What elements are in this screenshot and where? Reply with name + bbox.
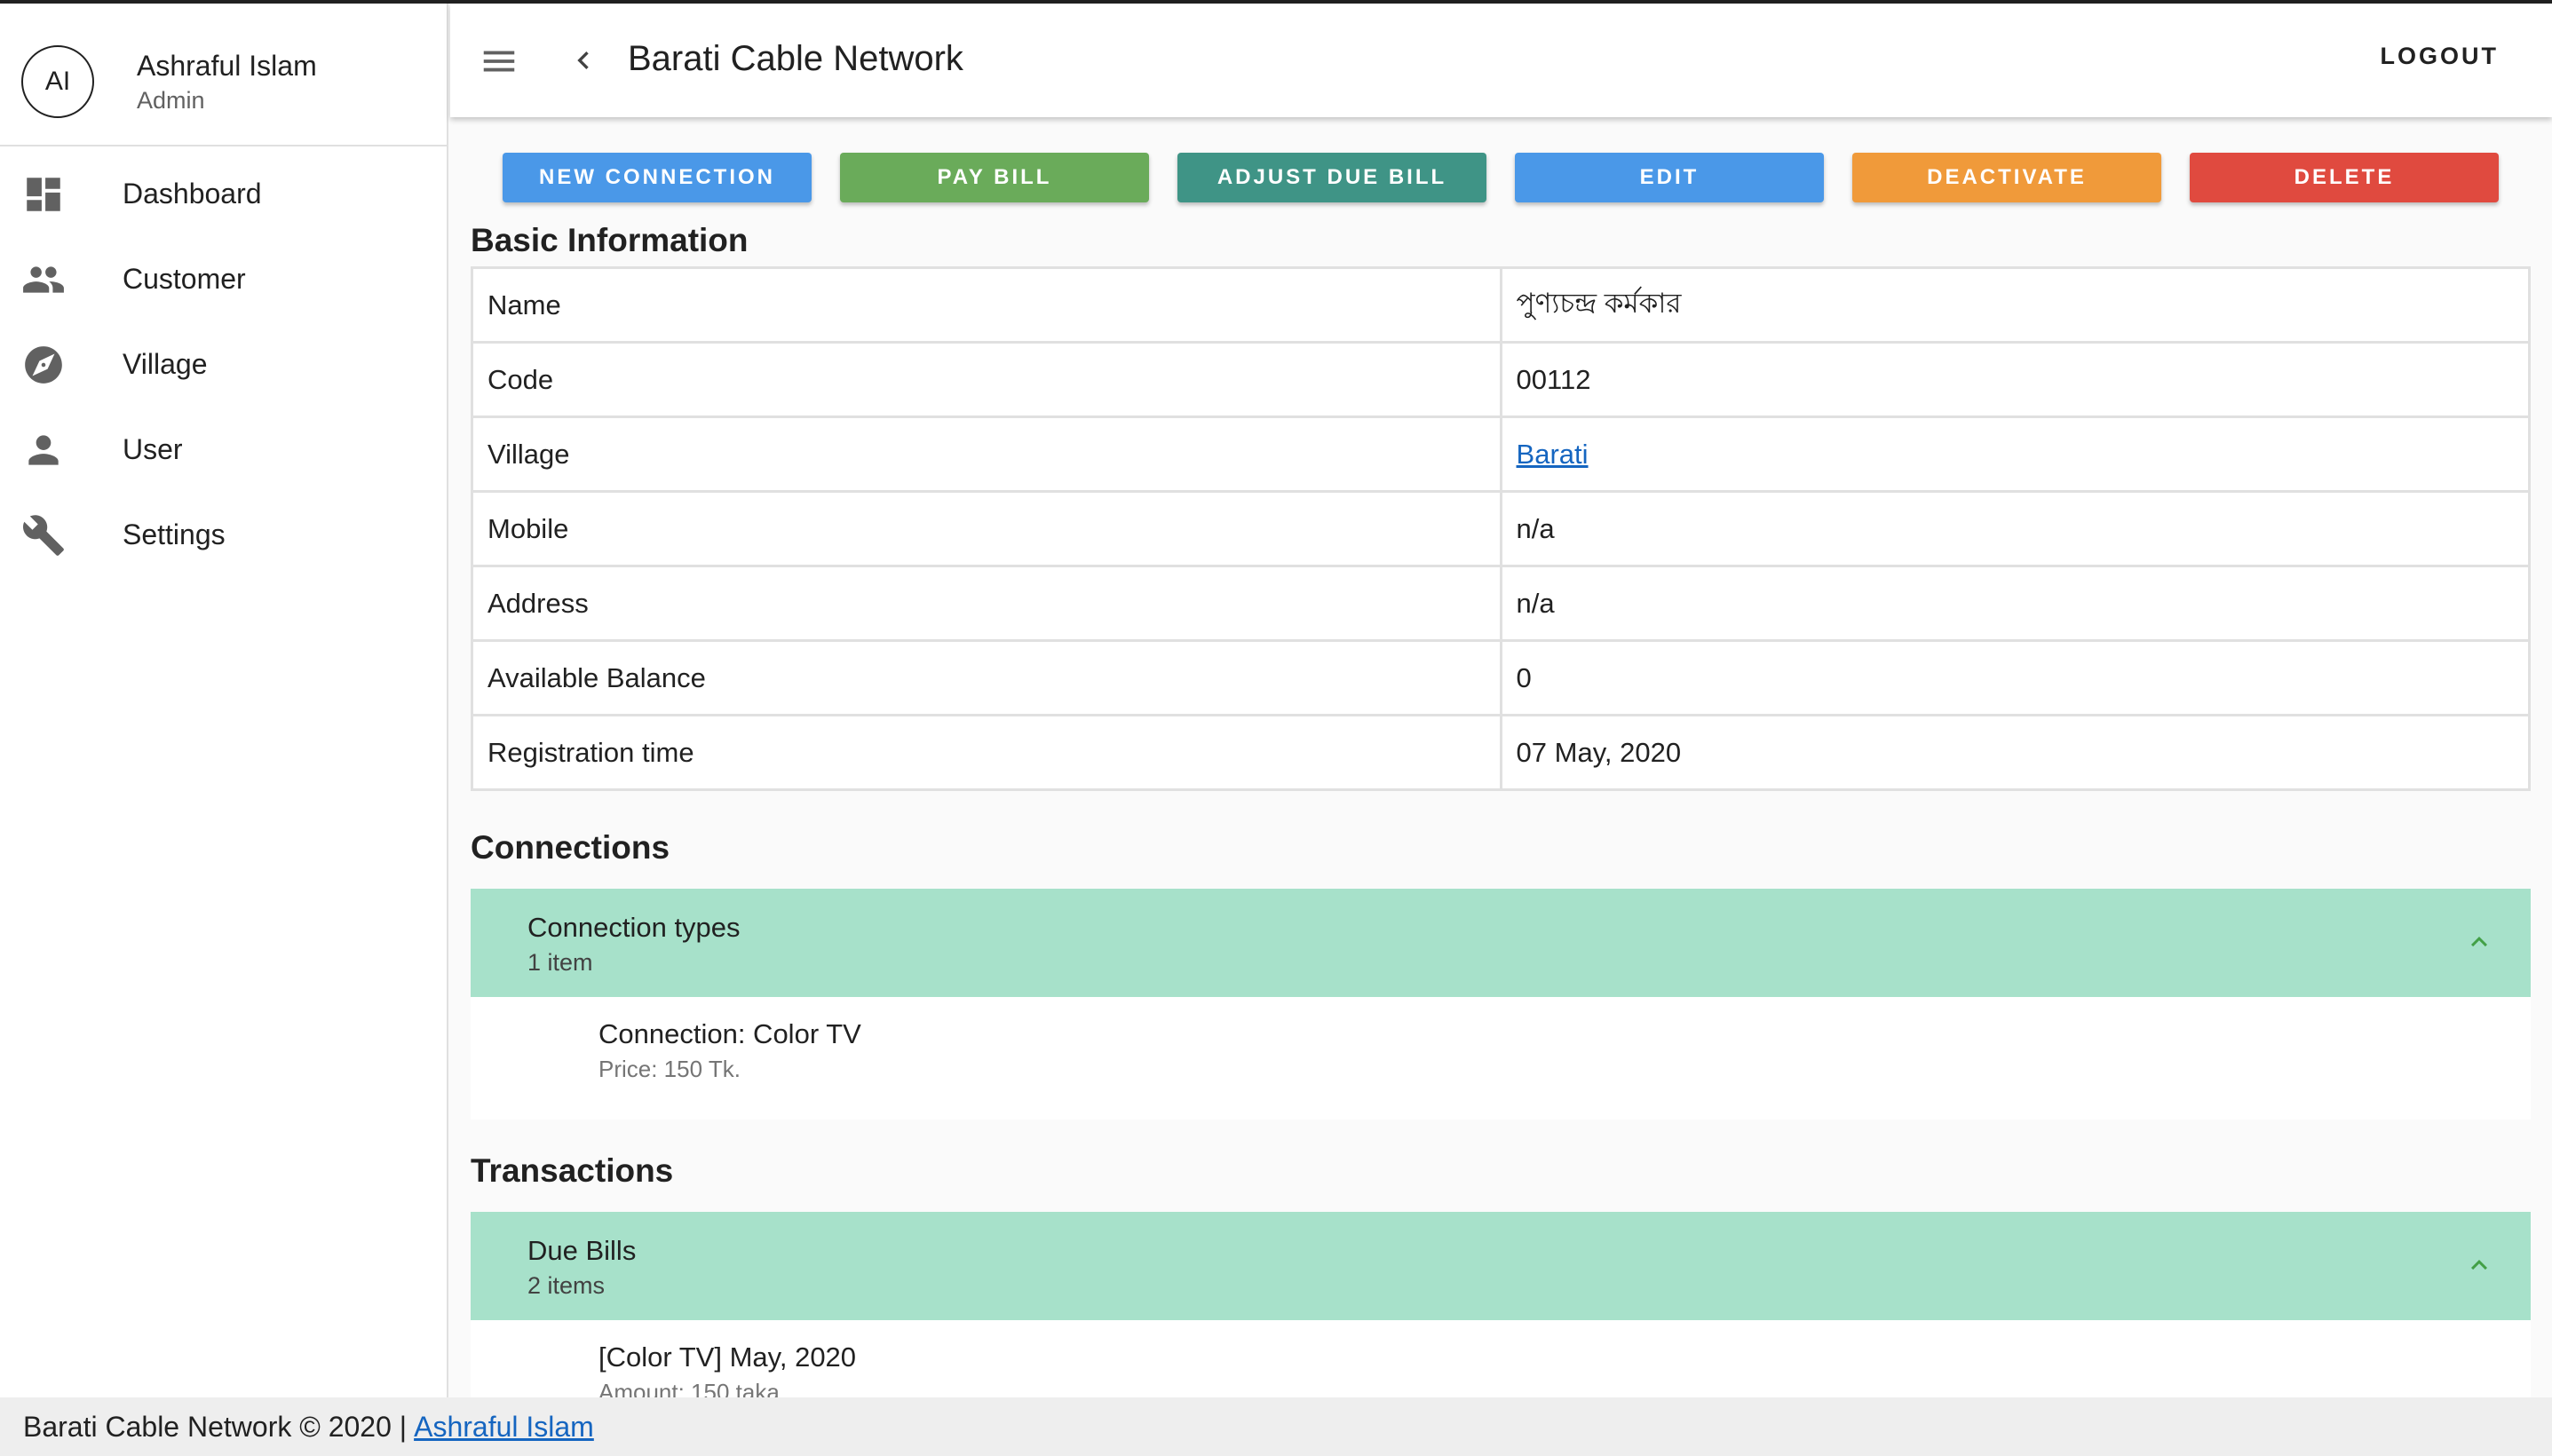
row-value: n/a bbox=[1499, 490, 2532, 567]
connection-types-panel-body: Connection: Color TV Price: 150 Tk. bbox=[471, 997, 2531, 1120]
row-label: Registration time bbox=[471, 714, 1502, 791]
row-value: পুণ্যচন্দ্র কর্মকার bbox=[1499, 266, 2532, 344]
avatar[interactable]: AI bbox=[21, 45, 94, 118]
row-label: Address bbox=[471, 565, 1502, 642]
sidebar-item-label: User bbox=[123, 433, 183, 465]
sidebar-item-label: Customer bbox=[123, 263, 246, 295]
wrench-icon bbox=[22, 515, 64, 556]
user-name: Ashraful Islam bbox=[137, 50, 317, 82]
table-row: Mobile n/a bbox=[471, 490, 2532, 567]
row-value: 07 May, 2020 bbox=[1499, 714, 2532, 791]
table-row: Code 00112 bbox=[471, 341, 2532, 418]
chevron-up-icon[interactable] bbox=[2463, 1249, 2495, 1281]
table-row: Village Barati bbox=[471, 415, 2532, 493]
row-label: Name bbox=[471, 266, 1502, 344]
page-title: Barati Cable Network bbox=[628, 39, 963, 78]
user-role: Admin bbox=[137, 87, 205, 114]
app-bar: Barati Cable Network LOGOUT bbox=[450, 4, 2552, 117]
sidebar-item-dashboard[interactable]: Dashboard bbox=[0, 151, 448, 236]
footer: Barati Cable Network © 2020 | Ashraful I… bbox=[0, 1397, 2552, 1456]
basic-info-table: Name পুণ্যচন্দ্র কর্মকার Code 00112 Vill… bbox=[471, 266, 2532, 791]
list-item-subtitle: Price: 150 Tk. bbox=[598, 1056, 741, 1082]
table-row: Address n/a bbox=[471, 565, 2532, 642]
adjust-due-bill-button[interactable]: ADJUST DUE BILL bbox=[1177, 153, 1486, 202]
compass-icon bbox=[25, 346, 62, 384]
village-link[interactable]: Barati bbox=[1517, 439, 1589, 470]
panel-count: 2 items bbox=[527, 1272, 606, 1299]
sidebar-item-settings[interactable]: Settings bbox=[0, 492, 448, 577]
due-bills-panel-header[interactable]: Due Bills 2 items bbox=[471, 1212, 2531, 1320]
connection-types-panel-header[interactable]: Connection types 1 item bbox=[471, 889, 2531, 997]
edit-button[interactable]: EDIT bbox=[1515, 153, 1824, 202]
new-connection-button[interactable]: NEW CONNECTION bbox=[503, 153, 812, 202]
user-profile: AI Ashraful Islam Admin bbox=[0, 4, 447, 146]
dashboard-icon bbox=[27, 178, 60, 211]
section-title-transactions: Transactions bbox=[471, 1152, 674, 1189]
sidebar-item-label: Settings bbox=[123, 518, 226, 550]
table-row: Available Balance 0 bbox=[471, 639, 2532, 716]
deactivate-button[interactable]: DEACTIVATE bbox=[1852, 153, 2161, 202]
people-icon bbox=[23, 266, 64, 293]
chevron-left-icon[interactable] bbox=[566, 43, 601, 78]
panel-title: Due Bills bbox=[527, 1235, 637, 1266]
row-value: 00112 bbox=[1499, 341, 2532, 418]
row-label: Village bbox=[471, 415, 1502, 493]
section-title-connections: Connections bbox=[471, 829, 670, 866]
row-value: 0 bbox=[1499, 639, 2532, 716]
sidebar-item-customer[interactable]: Customer bbox=[0, 236, 448, 321]
sidebar-item-user[interactable]: User bbox=[0, 407, 448, 492]
list-item-title: [Color TV] May, 2020 bbox=[598, 1341, 857, 1373]
pay-bill-button[interactable]: PAY BILL bbox=[840, 153, 1149, 202]
table-row: Registration time 07 May, 2020 bbox=[471, 714, 2532, 791]
person-icon bbox=[28, 435, 59, 465]
row-label: Available Balance bbox=[471, 639, 1502, 716]
menu-icon[interactable] bbox=[479, 41, 519, 82]
footer-text: Barati Cable Network © 2020 | bbox=[23, 1410, 408, 1443]
list-item-title: Connection: Color TV bbox=[598, 1018, 861, 1049]
sidebar: AI Ashraful Islam Admin Dashboard Custom… bbox=[0, 4, 448, 1397]
panel-title: Connection types bbox=[527, 912, 741, 943]
section-title-basic-info: Basic Information bbox=[471, 222, 749, 258]
sidebar-item-label: Village bbox=[123, 348, 208, 380]
chevron-up-icon[interactable] bbox=[2463, 926, 2495, 958]
sidebar-item-village[interactable]: Village bbox=[0, 321, 448, 407]
footer-author-link[interactable]: Ashraful Islam bbox=[414, 1411, 594, 1444]
logout-button[interactable]: LOGOUT bbox=[2381, 43, 2500, 70]
list-item-subtitle: Amount: 150 taka bbox=[598, 1379, 780, 1397]
row-label: Code bbox=[471, 341, 1502, 418]
sidebar-item-label: Dashboard bbox=[123, 178, 262, 210]
delete-button[interactable]: DELETE bbox=[2190, 153, 2499, 202]
table-row: Name পুণ্যচন্দ্র কর্মকার bbox=[471, 266, 2532, 344]
row-value: n/a bbox=[1499, 565, 2532, 642]
row-label: Mobile bbox=[471, 490, 1502, 567]
panel-count: 1 item bbox=[527, 949, 593, 976]
due-bills-panel-body: [Color TV] May, 2020 Amount: 150 taka bbox=[471, 1320, 2531, 1397]
row-value-cell: Barati bbox=[1499, 415, 2532, 493]
